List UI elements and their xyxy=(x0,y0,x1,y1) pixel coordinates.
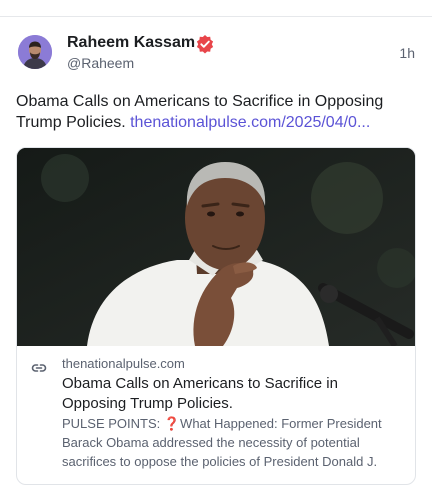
avatar[interactable] xyxy=(18,35,52,69)
top-divider xyxy=(0,16,432,17)
post-link[interactable]: thenationalpulse.com/2025/04/0... xyxy=(130,114,370,131)
verified-badge-icon xyxy=(195,34,215,54)
post-text: Obama Calls on Americans to Sacrifice in… xyxy=(16,91,416,133)
card-description: PULSE POINTS: ❓What Happened: Former Pre… xyxy=(62,416,382,469)
author-name[interactable]: Raheem Kassam xyxy=(67,34,195,52)
post-timestamp[interactable]: 1h xyxy=(399,45,415,61)
author-handle[interactable]: @Raheem xyxy=(67,55,134,71)
card-domain: thenationalpulse.com xyxy=(62,356,185,371)
link-icon xyxy=(31,360,47,376)
card-image[interactable] xyxy=(17,148,415,346)
card-title: Obama Calls on Americans to Sacrifice in… xyxy=(62,375,338,412)
link-preview-card[interactable]: thenationalpulse.com Obama Calls on Amer… xyxy=(16,147,416,485)
